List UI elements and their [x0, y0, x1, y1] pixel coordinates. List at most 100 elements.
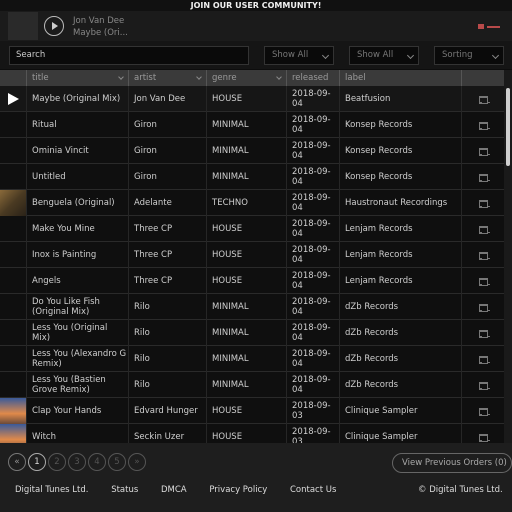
track-artist[interactable]: Giron: [128, 164, 206, 190]
track-title[interactable]: Angels: [26, 268, 128, 294]
track-artist[interactable]: Giron: [128, 138, 206, 164]
track-title[interactable]: Less You (Original Mix): [26, 320, 128, 346]
track-artwork[interactable]: [0, 138, 26, 164]
add-to-cart-button[interactable]: [461, 320, 504, 346]
track-label[interactable]: Konsep Records: [339, 138, 461, 164]
track-title[interactable]: Untitled: [26, 164, 128, 190]
track-row[interactable]: Clap Your Hands Edvard Hunger HOUSE 2018-09…: [0, 398, 504, 424]
track-artist[interactable]: Rilo: [128, 320, 206, 346]
track-label[interactable]: dZb Records: [339, 294, 461, 320]
track-title[interactable]: Ominia Vincit: [26, 138, 128, 164]
track-artist[interactable]: Seckin Uzer: [128, 424, 206, 443]
search-input[interactable]: Search: [9, 46, 249, 65]
column-label[interactable]: label: [339, 70, 461, 86]
track-title[interactable]: Less You (Alexandro G Remix): [26, 346, 128, 372]
column-released[interactable]: released: [286, 70, 339, 86]
track-artist[interactable]: Three CP: [128, 216, 206, 242]
sorting-dropdown[interactable]: Sorting: [434, 46, 504, 65]
scrollbar-thumb[interactable]: [506, 88, 510, 166]
track-title[interactable]: Do You Like Fish (Original Mix): [26, 294, 128, 320]
volume-slider[interactable]: [487, 26, 500, 28]
prev-page-button[interactable]: «: [8, 453, 26, 471]
track-row[interactable]: Less You (Bastien Grove Remix) Rilo MINIMA…: [0, 372, 504, 398]
track-row[interactable]: Ominia Vincit Giron MINIMAL 2018-09-04 Konse…: [0, 138, 504, 164]
track-label[interactable]: Clinique Sampler: [339, 398, 461, 424]
footer-link-dmca[interactable]: DMCA: [161, 485, 187, 495]
track-artist[interactable]: Adelante: [128, 190, 206, 216]
track-artwork[interactable]: [0, 164, 26, 190]
play-icon[interactable]: [44, 16, 64, 36]
add-to-cart-button[interactable]: [461, 424, 504, 443]
community-banner[interactable]: JOIN OUR USER COMMUNITY!: [0, 0, 512, 11]
add-to-cart-button[interactable]: [461, 112, 504, 138]
track-title[interactable]: Make You Mine: [26, 216, 128, 242]
add-to-cart-button[interactable]: [461, 346, 504, 372]
track-artist[interactable]: Jon Van Dee: [128, 86, 206, 112]
track-title[interactable]: Inox is Painting: [26, 242, 128, 268]
track-row[interactable]: Witch Seckin Uzer HOUSE 2018-09-03 Clinique …: [0, 424, 504, 443]
add-to-cart-button[interactable]: [461, 268, 504, 294]
track-row[interactable]: Benguela (Original) Adelante TECHNO 2018-09…: [0, 190, 504, 216]
footer-link-status[interactable]: Status: [111, 485, 138, 495]
track-row[interactable]: Maybe (Original Mix) Jon Van Dee HOUSE 2018…: [0, 86, 504, 112]
track-title[interactable]: Witch: [26, 424, 128, 443]
track-artist[interactable]: Rilo: [128, 294, 206, 320]
page-button-2[interactable]: 2: [48, 453, 66, 471]
track-artwork[interactable]: [0, 424, 26, 443]
track-title[interactable]: Clap Your Hands: [26, 398, 128, 424]
label-filter-dropdown[interactable]: Show All: [349, 46, 419, 65]
page-button-4[interactable]: 4: [88, 453, 106, 471]
add-to-cart-button[interactable]: [461, 86, 504, 112]
track-row[interactable]: Untitled Giron MINIMAL 2018-09-04 Konsep Rec…: [0, 164, 504, 190]
column-title[interactable]: title: [26, 70, 128, 86]
track-label[interactable]: Konsep Records: [339, 112, 461, 138]
track-artwork[interactable]: [0, 294, 26, 320]
add-to-cart-button[interactable]: [461, 190, 504, 216]
view-previous-orders-button[interactable]: View Previous Orders (0): [392, 453, 512, 473]
track-artwork[interactable]: [0, 242, 26, 268]
track-row[interactable]: Make You Mine Three CP HOUSE 2018-09-04 Lenj…: [0, 216, 504, 242]
track-artist[interactable]: Giron: [128, 112, 206, 138]
track-row[interactable]: Ritual Giron MINIMAL 2018-09-04 Konsep Recor…: [0, 112, 504, 138]
add-to-cart-button[interactable]: [461, 138, 504, 164]
track-label[interactable]: dZb Records: [339, 320, 461, 346]
track-label[interactable]: Beatfusion: [339, 86, 461, 112]
track-title[interactable]: Benguela (Original): [26, 190, 128, 216]
add-to-cart-button[interactable]: [461, 164, 504, 190]
track-artist[interactable]: Rilo: [128, 372, 206, 398]
add-to-cart-button[interactable]: [461, 398, 504, 424]
track-label[interactable]: Lenjam Records: [339, 268, 461, 294]
track-label[interactable]: Lenjam Records: [339, 242, 461, 268]
track-artist[interactable]: Three CP: [128, 268, 206, 294]
track-artist[interactable]: Edvard Hunger: [128, 398, 206, 424]
track-label[interactable]: dZb Records: [339, 346, 461, 372]
track-title[interactable]: Less You (Bastien Grove Remix): [26, 372, 128, 398]
column-genre[interactable]: genre: [206, 70, 286, 86]
track-row[interactable]: Less You (Alexandro G Remix) Rilo MINIMAL 2…: [0, 346, 504, 372]
volume-icon[interactable]: [478, 24, 484, 29]
page-button-3[interactable]: 3: [68, 453, 86, 471]
track-label[interactable]: dZb Records: [339, 372, 461, 398]
track-artwork[interactable]: [0, 398, 26, 424]
track-artwork[interactable]: [0, 268, 26, 294]
footer-link-privacy[interactable]: Privacy Policy: [209, 485, 267, 495]
track-artwork[interactable]: [0, 346, 26, 372]
track-row[interactable]: Angels Three CP HOUSE 2018-09-04 Lenjam Reco…: [0, 268, 504, 294]
track-artist[interactable]: Rilo: [128, 346, 206, 372]
track-artwork[interactable]: [0, 112, 26, 138]
track-label[interactable]: Lenjam Records: [339, 216, 461, 242]
footer-link-company[interactable]: Digital Tunes Ltd.: [15, 485, 88, 495]
add-to-cart-button[interactable]: [461, 372, 504, 398]
track-artist[interactable]: Three CP: [128, 242, 206, 268]
track-artwork[interactable]: [0, 372, 26, 398]
track-artwork[interactable]: [0, 190, 26, 216]
track-artwork[interactable]: [0, 320, 26, 346]
track-title[interactable]: Maybe (Original Mix): [26, 86, 128, 112]
add-to-cart-button[interactable]: [461, 294, 504, 320]
track-label[interactable]: Haustronaut Recordings: [339, 190, 461, 216]
track-artwork[interactable]: [0, 86, 26, 112]
footer-link-contact[interactable]: Contact Us: [290, 485, 336, 495]
track-artwork[interactable]: [0, 216, 26, 242]
track-title[interactable]: Ritual: [26, 112, 128, 138]
track-label[interactable]: Clinique Sampler: [339, 424, 461, 443]
